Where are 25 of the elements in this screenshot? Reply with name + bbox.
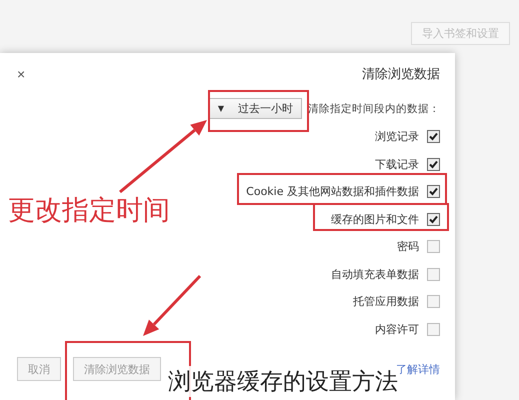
checkbox[interactable]: [427, 268, 440, 281]
option-label: Cookie 及其他网站数据和插件数据: [246, 184, 419, 200]
range-label: 清除指定时间段内的数据：: [308, 102, 440, 116]
option-label: 密码: [397, 239, 419, 254]
checkbox[interactable]: [427, 130, 440, 144]
dialog-title: 清除浏览数据: [362, 66, 440, 83]
option-label: 自动填充表单数据: [331, 266, 419, 282]
arrow: [143, 274, 202, 336]
option-label: 托管应用数据: [353, 294, 419, 310]
checkbox[interactable]: [427, 322, 440, 336]
checkbox[interactable]: [427, 212, 440, 226]
checkbox[interactable]: [427, 295, 440, 308]
option-label: 内容许可: [375, 322, 419, 337]
caption: 浏览器缓存的设置方法: [166, 366, 400, 397]
option-label: 下载记录: [375, 156, 419, 172]
close-button[interactable]: ×: [17, 66, 26, 82]
time-range-dropdown[interactable]: 过去一小时 ▼: [208, 98, 302, 119]
option-label: 浏览记录: [375, 129, 419, 144]
checkbox[interactable]: [427, 158, 440, 171]
clear-data-button[interactable]: 清除浏览数据: [73, 357, 161, 381]
checkbox[interactable]: [427, 185, 440, 198]
callout-text: 更改指定时间: [8, 194, 170, 228]
option-label: 缓存的图片和文件: [331, 212, 419, 227]
cancel-button[interactable]: 取消: [17, 357, 61, 381]
checkbox[interactable]: [427, 240, 440, 254]
